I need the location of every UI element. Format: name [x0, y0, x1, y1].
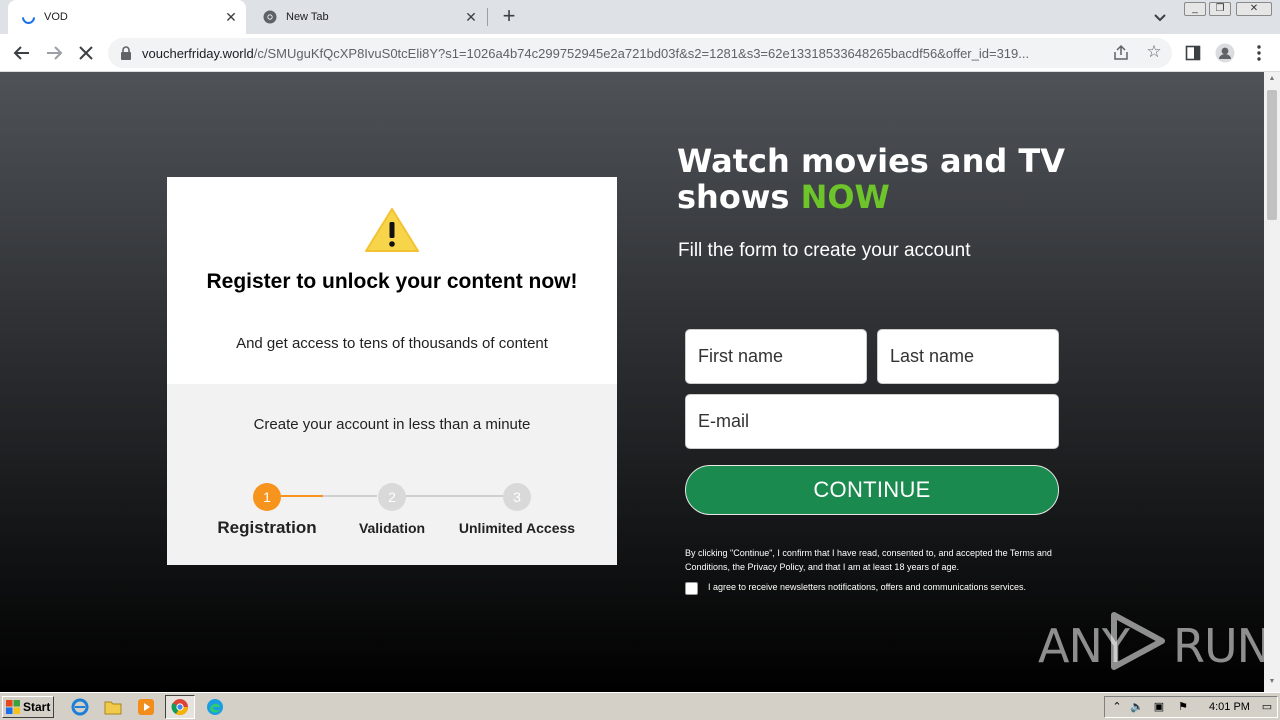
warning-icon: [364, 207, 420, 253]
card-title: Register to unlock your content now!: [206, 270, 578, 293]
share-icon[interactable]: [1112, 44, 1130, 62]
anyrun-watermark-logo: ANY RUN: [1038, 607, 1264, 677]
close-tab-icon[interactable]: ✕: [222, 8, 240, 26]
url-text: voucherfriday.world/c/SMUguKfQcXP8IvuS0t…: [142, 46, 1030, 61]
scroll-down-icon[interactable]: ▼: [1267, 678, 1277, 688]
web-page: Register to unlock your content now! And…: [0, 72, 1264, 692]
card-header: Register to unlock your content now! And…: [167, 177, 617, 384]
windows-logo-icon: [6, 700, 20, 714]
system-tray: ⌃ 🔈 ▣ ⚑ 4:01 PM ▭: [1104, 696, 1278, 718]
browser-toolbar: voucherfriday.world/c/SMUguKfQcXP8IvuS0t…: [0, 34, 1280, 72]
email-input[interactable]: [685, 394, 1059, 449]
step-connector: [405, 495, 503, 497]
continue-button[interactable]: CONTINUE: [685, 465, 1059, 515]
step-connector: [323, 495, 377, 497]
step-2-label: Validation: [358, 520, 426, 536]
tab-title: New Tab: [286, 11, 329, 23]
forward-button[interactable]: [42, 41, 66, 65]
side-panel-icon[interactable]: [1182, 42, 1204, 64]
show-desktop-icon[interactable]: ▭: [1259, 700, 1275, 716]
start-label: Start: [23, 700, 51, 714]
edge-icon[interactable]: [205, 697, 225, 717]
new-tab-button[interactable]: +: [497, 5, 521, 29]
stop-loading-button[interactable]: [74, 41, 98, 65]
form-instruction: Fill the form to create your account: [678, 240, 971, 261]
taskbar: Start ⌃ 🔈 ▣ ⚑ 4:01 PM ▭: [0, 692, 1280, 720]
internet-explorer-icon[interactable]: [70, 697, 90, 717]
newsletter-checkbox[interactable]: [685, 582, 698, 595]
clock: 4:01 PM: [1209, 701, 1250, 713]
card-subtitle: And get access to tens of thousands of c…: [236, 335, 548, 352]
tab-strip: VOD ✕ New Tab ✕ + _ ❐ ✕: [0, 0, 1280, 34]
hero-headline-accent: NOW: [800, 178, 890, 216]
tray-expand-icon[interactable]: ⌃: [1109, 700, 1125, 716]
step-1-label: Registration: [217, 518, 317, 537]
first-name-input[interactable]: [685, 329, 867, 384]
close-window-button[interactable]: ✕: [1236, 2, 1272, 16]
restore-button[interactable]: ❐: [1209, 2, 1231, 16]
profile-avatar-icon[interactable]: [1214, 42, 1236, 64]
bookmark-star-icon[interactable]: ☆: [1144, 42, 1164, 62]
step-connector: [281, 495, 323, 497]
step-3-dot: 3: [503, 483, 531, 511]
back-button[interactable]: [10, 41, 34, 65]
lock-icon[interactable]: [120, 46, 132, 60]
close-tab-icon[interactable]: ✕: [462, 8, 480, 26]
media-player-icon[interactable]: [136, 697, 156, 717]
address-bar[interactable]: voucherfriday.world/c/SMUguKfQcXP8IvuS0t…: [108, 38, 1172, 68]
legal-text: By clicking "Continue", I confirm that I…: [685, 548, 1052, 572]
register-card: Register to unlock your content now! And…: [167, 177, 617, 565]
page-scrollbar[interactable]: ▲ ▼: [1264, 72, 1280, 692]
volume-icon[interactable]: 🔈: [1129, 700, 1145, 716]
scrollbar-thumb[interactable]: [1267, 90, 1277, 220]
tab-new-tab[interactable]: New Tab ✕: [250, 0, 486, 34]
minimize-button[interactable]: _: [1184, 2, 1206, 16]
steps-panel: Create your account in less than a minut…: [167, 384, 617, 565]
loading-spinner-icon: [18, 7, 38, 27]
menu-kebab-icon[interactable]: [1248, 42, 1270, 64]
file-explorer-icon[interactable]: [103, 697, 123, 717]
step-2-dot: 2: [378, 483, 406, 511]
step-3-label: Unlimited Access: [458, 520, 576, 536]
scroll-up-icon[interactable]: ▲: [1267, 75, 1277, 85]
step-1-dot: 1: [253, 483, 281, 511]
start-button[interactable]: Start: [2, 696, 54, 718]
tab-search-icon[interactable]: [1150, 7, 1170, 27]
action-center-flag-icon[interactable]: ⚑: [1175, 700, 1191, 716]
newsletter-label: I agree to receive newsletters notificat…: [708, 582, 1026, 592]
last-name-input[interactable]: [877, 329, 1059, 384]
network-icon[interactable]: ▣: [1151, 700, 1167, 716]
tab-separator: [487, 8, 488, 26]
play-icon: [1111, 612, 1165, 670]
tab-vod[interactable]: VOD ✕: [8, 0, 246, 34]
tab-title: VOD: [44, 11, 68, 23]
chrome-taskbar-icon[interactable]: [165, 695, 195, 719]
steps-lead: Create your account in less than a minut…: [253, 416, 531, 433]
hero-headline: Watch movies and TV shows NOW: [677, 142, 1065, 216]
chrome-icon: [262, 9, 278, 25]
